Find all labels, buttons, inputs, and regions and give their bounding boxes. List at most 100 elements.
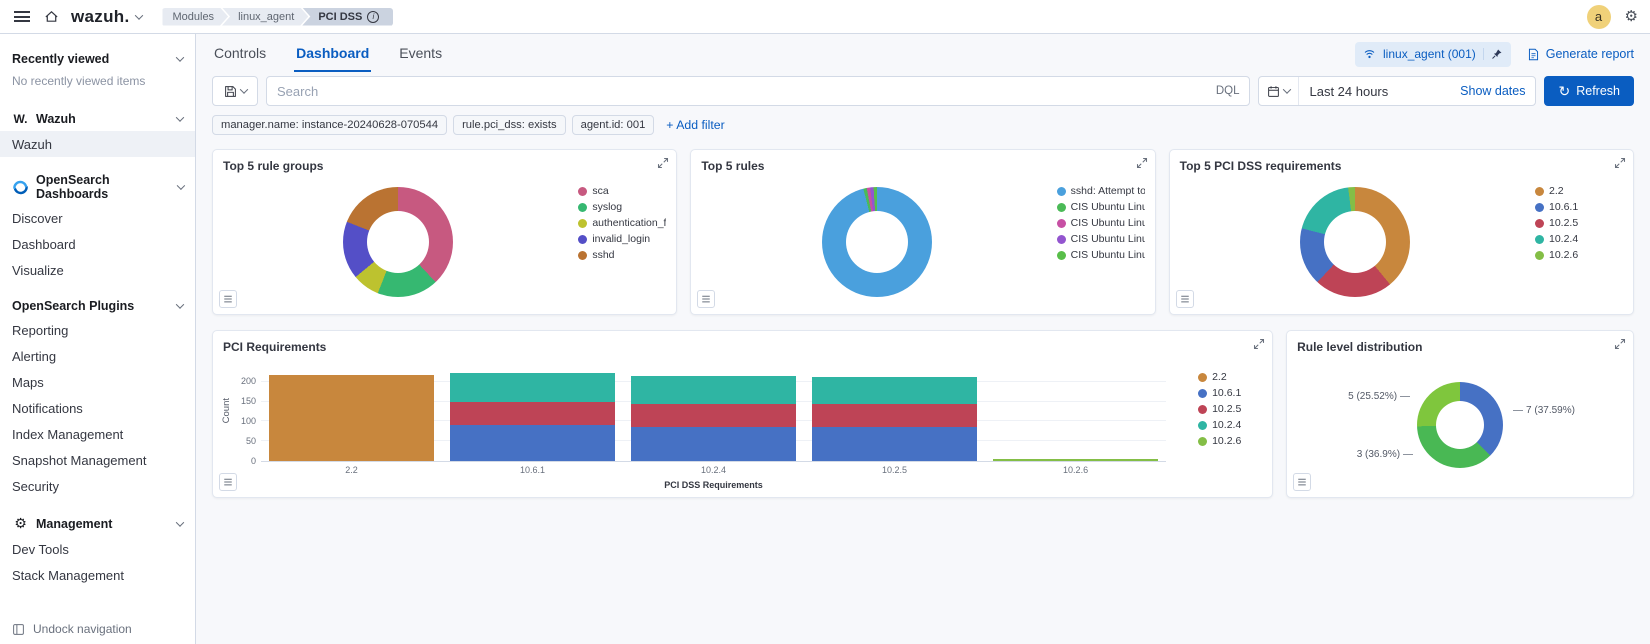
expand-panel-button[interactable] bbox=[1614, 338, 1626, 353]
wazuh-logo[interactable]: wazuh. bbox=[71, 7, 144, 27]
legend-toggle-button[interactable] bbox=[1293, 473, 1312, 491]
chevron-down-icon bbox=[1283, 85, 1292, 94]
rule-level-donut-chart[interactable] bbox=[1417, 382, 1504, 468]
sidebar-item-visualize[interactable]: Visualize bbox=[0, 257, 195, 283]
pin-agent-button[interactable] bbox=[1482, 48, 1503, 60]
expand-panel-button[interactable] bbox=[657, 157, 669, 172]
bar-segment-10.2.4[interactable] bbox=[812, 376, 977, 405]
bar-segment-10.2.5[interactable] bbox=[812, 404, 977, 428]
wazuh-section-header[interactable]: W. Wazuh bbox=[0, 106, 195, 131]
legend-item[interactable]: sshd bbox=[578, 249, 666, 261]
bar-segment-10.2.5[interactable] bbox=[450, 401, 615, 426]
tab-dashboard[interactable]: Dashboard bbox=[294, 36, 372, 72]
recently-viewed-header[interactable]: Recently viewed bbox=[0, 48, 195, 70]
bar-segment-10.2.4[interactable] bbox=[450, 373, 615, 402]
undock-navigation[interactable]: Undock navigation bbox=[0, 614, 195, 644]
sidebar-item-dashboard[interactable]: Dashboard bbox=[0, 231, 195, 257]
agent-chip[interactable]: linux_agent (001) bbox=[1355, 41, 1511, 67]
legend-item[interactable]: 10.6.1 bbox=[1535, 201, 1623, 213]
top-rules-donut-chart[interactable] bbox=[821, 187, 932, 297]
refresh-button[interactable]: ↻ Refresh bbox=[1544, 76, 1634, 106]
legend-item[interactable]: CIS Ubuntu Linux 2... bbox=[1056, 201, 1145, 213]
home-button[interactable] bbox=[42, 7, 61, 26]
sidebar-item-dev-tools[interactable]: Dev Tools bbox=[0, 536, 195, 562]
saved-query-button[interactable] bbox=[212, 76, 258, 106]
legend-toggle-button[interactable] bbox=[219, 290, 237, 308]
bar-segment-2.2[interactable] bbox=[269, 374, 434, 461]
expand-panel-button[interactable] bbox=[1614, 157, 1626, 172]
legend-item[interactable]: CIS Ubuntu Linux 2... bbox=[1056, 217, 1145, 229]
time-range-value[interactable]: Last 24 hours bbox=[1299, 84, 1460, 99]
expand-panel-button[interactable] bbox=[1253, 338, 1265, 353]
panel-row-1: Top 5 rule groups sca syslog authenticatio… bbox=[212, 149, 1634, 315]
plugins-section-header[interactable]: OpenSearch Plugins bbox=[0, 295, 195, 317]
sidebar-item-stack-management[interactable]: Stack Management bbox=[0, 562, 195, 588]
legend-label: CIS Ubuntu Linux 2... bbox=[1070, 201, 1145, 213]
menu-button[interactable] bbox=[12, 9, 32, 24]
sidebar-item-discover[interactable]: Discover bbox=[0, 205, 195, 231]
breadcrumb-modules[interactable]: Modules bbox=[162, 8, 228, 26]
legend-item[interactable]: sca bbox=[578, 185, 666, 197]
legend-item[interactable]: 10.2.4 bbox=[1198, 419, 1258, 431]
legend-item[interactable]: 10.2.5 bbox=[1535, 217, 1623, 229]
chart-area: sshd: Attempt to log... CIS Ubuntu Linux … bbox=[691, 173, 1154, 311]
y-axis: 0 50 100 150 200 bbox=[235, 372, 261, 466]
legend-item[interactable]: 10.6.1 bbox=[1198, 387, 1258, 399]
legend-item[interactable]: authentication_failed bbox=[578, 217, 666, 229]
rule-groups-donut-chart[interactable] bbox=[343, 187, 454, 297]
legend-label: 10.2.4 bbox=[1549, 233, 1579, 245]
generate-report-button[interactable]: Generate report bbox=[1527, 47, 1634, 61]
bar-segment-10.6.1[interactable] bbox=[812, 427, 977, 461]
query-language-button[interactable]: DQL bbox=[1206, 85, 1240, 97]
legend-item[interactable]: 10.2.6 bbox=[1198, 435, 1258, 447]
undock-label: Undock navigation bbox=[33, 622, 132, 636]
breadcrumb-pci-dss[interactable]: PCI DSS i bbox=[302, 7, 394, 26]
filter-pill-agent-id[interactable]: agent.id: 001 bbox=[571, 115, 655, 135]
legend-item[interactable]: sshd: Attempt to log... bbox=[1056, 185, 1145, 197]
show-dates-link[interactable]: Show dates bbox=[1460, 84, 1535, 98]
legend-toggle-button[interactable] bbox=[219, 473, 237, 491]
legend-toggle-button[interactable] bbox=[697, 290, 716, 308]
sidebar-item-alerting[interactable]: Alerting bbox=[0, 343, 195, 369]
osd-section-header[interactable]: OpenSearch Dashboards bbox=[0, 169, 195, 205]
legend-item[interactable]: 10.2.4 bbox=[1535, 233, 1623, 245]
management-section-header[interactable]: ⚙ Management bbox=[0, 511, 195, 536]
sidebar-item-reporting[interactable]: Reporting bbox=[0, 317, 195, 343]
breadcrumb-agent[interactable]: linux_agent bbox=[222, 8, 308, 26]
bar-segment-10.6.1[interactable] bbox=[631, 427, 796, 461]
sidebar-item-index-management[interactable]: Index Management bbox=[0, 421, 195, 447]
gear-icon[interactable]: ⚙ bbox=[1625, 9, 1638, 24]
legend-item[interactable]: invalid_login bbox=[578, 233, 666, 245]
legend-item[interactable]: 10.2.6 bbox=[1535, 249, 1623, 261]
legend-item[interactable]: 2.2 bbox=[1198, 371, 1258, 383]
sidebar-item-maps[interactable]: Maps bbox=[0, 369, 195, 395]
legend-item[interactable]: CIS Ubuntu Linux 2... bbox=[1056, 249, 1145, 261]
filter-pill-rule-pci-dss[interactable]: rule.pci_dss: exists bbox=[453, 115, 566, 135]
legend-label: authentication_failed bbox=[592, 217, 667, 229]
legend-item[interactable]: 10.2.5 bbox=[1198, 403, 1258, 415]
y-tick-label: 100 bbox=[240, 416, 256, 427]
tab-events[interactable]: Events bbox=[397, 36, 444, 72]
sidebar-item-snapshot-management[interactable]: Snapshot Management bbox=[0, 447, 195, 473]
legend-toggle-button[interactable] bbox=[1175, 290, 1194, 308]
bar-segment-10.6.1[interactable] bbox=[450, 425, 615, 461]
tab-controls[interactable]: Controls bbox=[212, 36, 268, 72]
bar-segment-10.2.6[interactable] bbox=[993, 458, 1158, 461]
add-filter-button[interactable]: + Add filter bbox=[666, 118, 724, 132]
sidebar-item-notifications[interactable]: Notifications bbox=[0, 395, 195, 421]
bar-segment-10.2.4[interactable] bbox=[631, 375, 796, 404]
bar-segment-10.2.5[interactable] bbox=[631, 403, 796, 428]
legend-item[interactable]: 2.2 bbox=[1535, 185, 1623, 197]
legend-item[interactable]: syslog bbox=[578, 201, 666, 213]
avatar[interactable]: a bbox=[1586, 4, 1611, 29]
filter-pill-manager-name[interactable]: manager.name: instance-20240628-070544 bbox=[212, 115, 448, 135]
calendar-button[interactable] bbox=[1259, 77, 1300, 105]
sidebar-item-wazuh[interactable]: Wazuh bbox=[0, 131, 195, 157]
sidebar-item-security[interactable]: Security bbox=[0, 473, 195, 499]
search-input[interactable] bbox=[277, 83, 1206, 99]
expand-panel-button[interactable] bbox=[1136, 157, 1148, 172]
info-icon[interactable]: i bbox=[367, 10, 380, 23]
legend-swatch bbox=[1056, 234, 1066, 244]
top-pci-donut-chart[interactable] bbox=[1299, 187, 1410, 297]
legend-item[interactable]: CIS Ubuntu Linux 2... bbox=[1056, 233, 1145, 245]
